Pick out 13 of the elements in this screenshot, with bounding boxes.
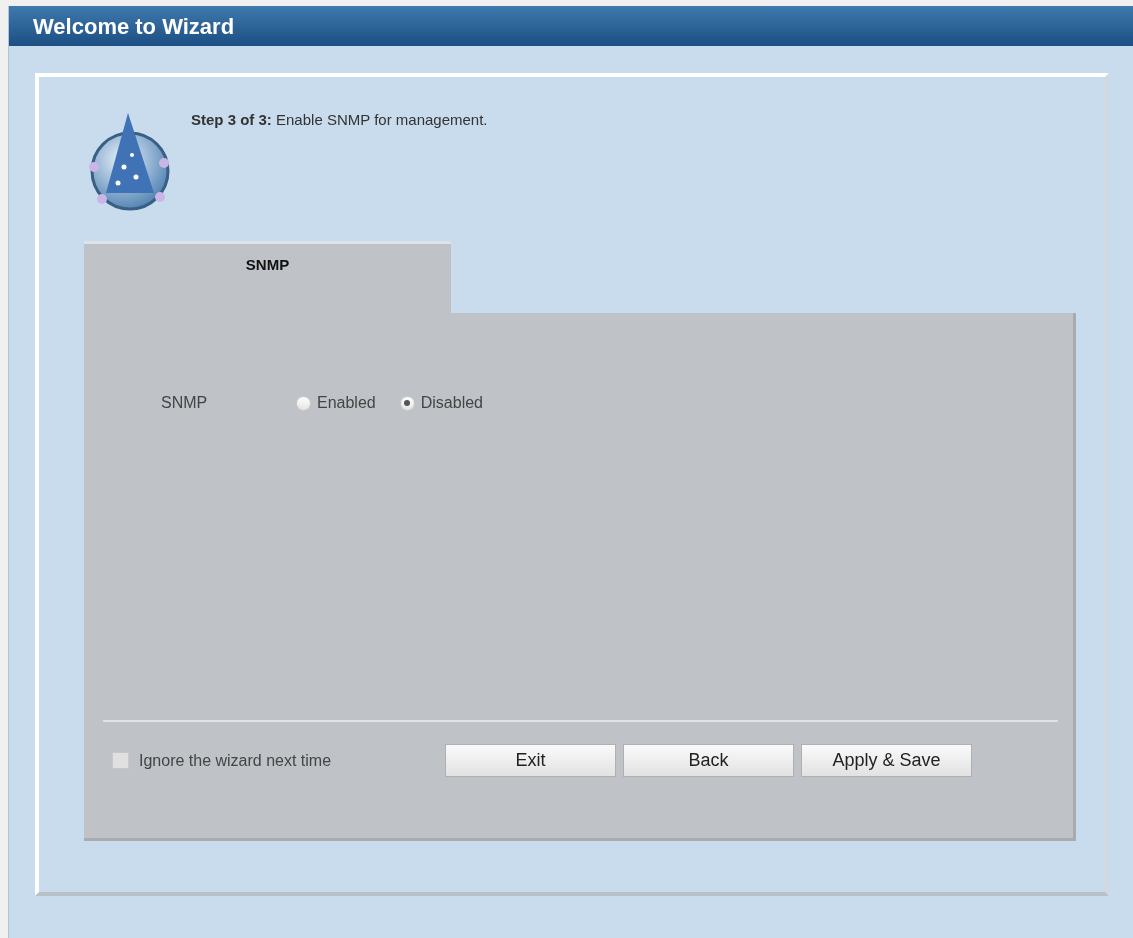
tab[interactable]: SNMP bbox=[84, 241, 451, 313]
action-button[interactable]: Exit bbox=[445, 744, 616, 777]
checkbox[interactable] bbox=[112, 752, 129, 769]
checkbox-label: Ignore the wizard next time bbox=[139, 750, 332, 771]
window-title: Welcome to Wizard bbox=[33, 12, 235, 41]
action-button[interactable]: Back bbox=[623, 744, 794, 777]
radio-label: Enabled bbox=[317, 393, 376, 413]
action-button[interactable]: Apply & Save bbox=[801, 744, 972, 777]
step-text: Step 3 of 3: Enable SNMP for management. bbox=[191, 110, 488, 130]
field-label: SNMP bbox=[161, 393, 209, 413]
radio-label: Disabled bbox=[420, 393, 483, 413]
radio-button[interactable] bbox=[399, 395, 415, 411]
radio-button[interactable] bbox=[296, 395, 311, 411]
